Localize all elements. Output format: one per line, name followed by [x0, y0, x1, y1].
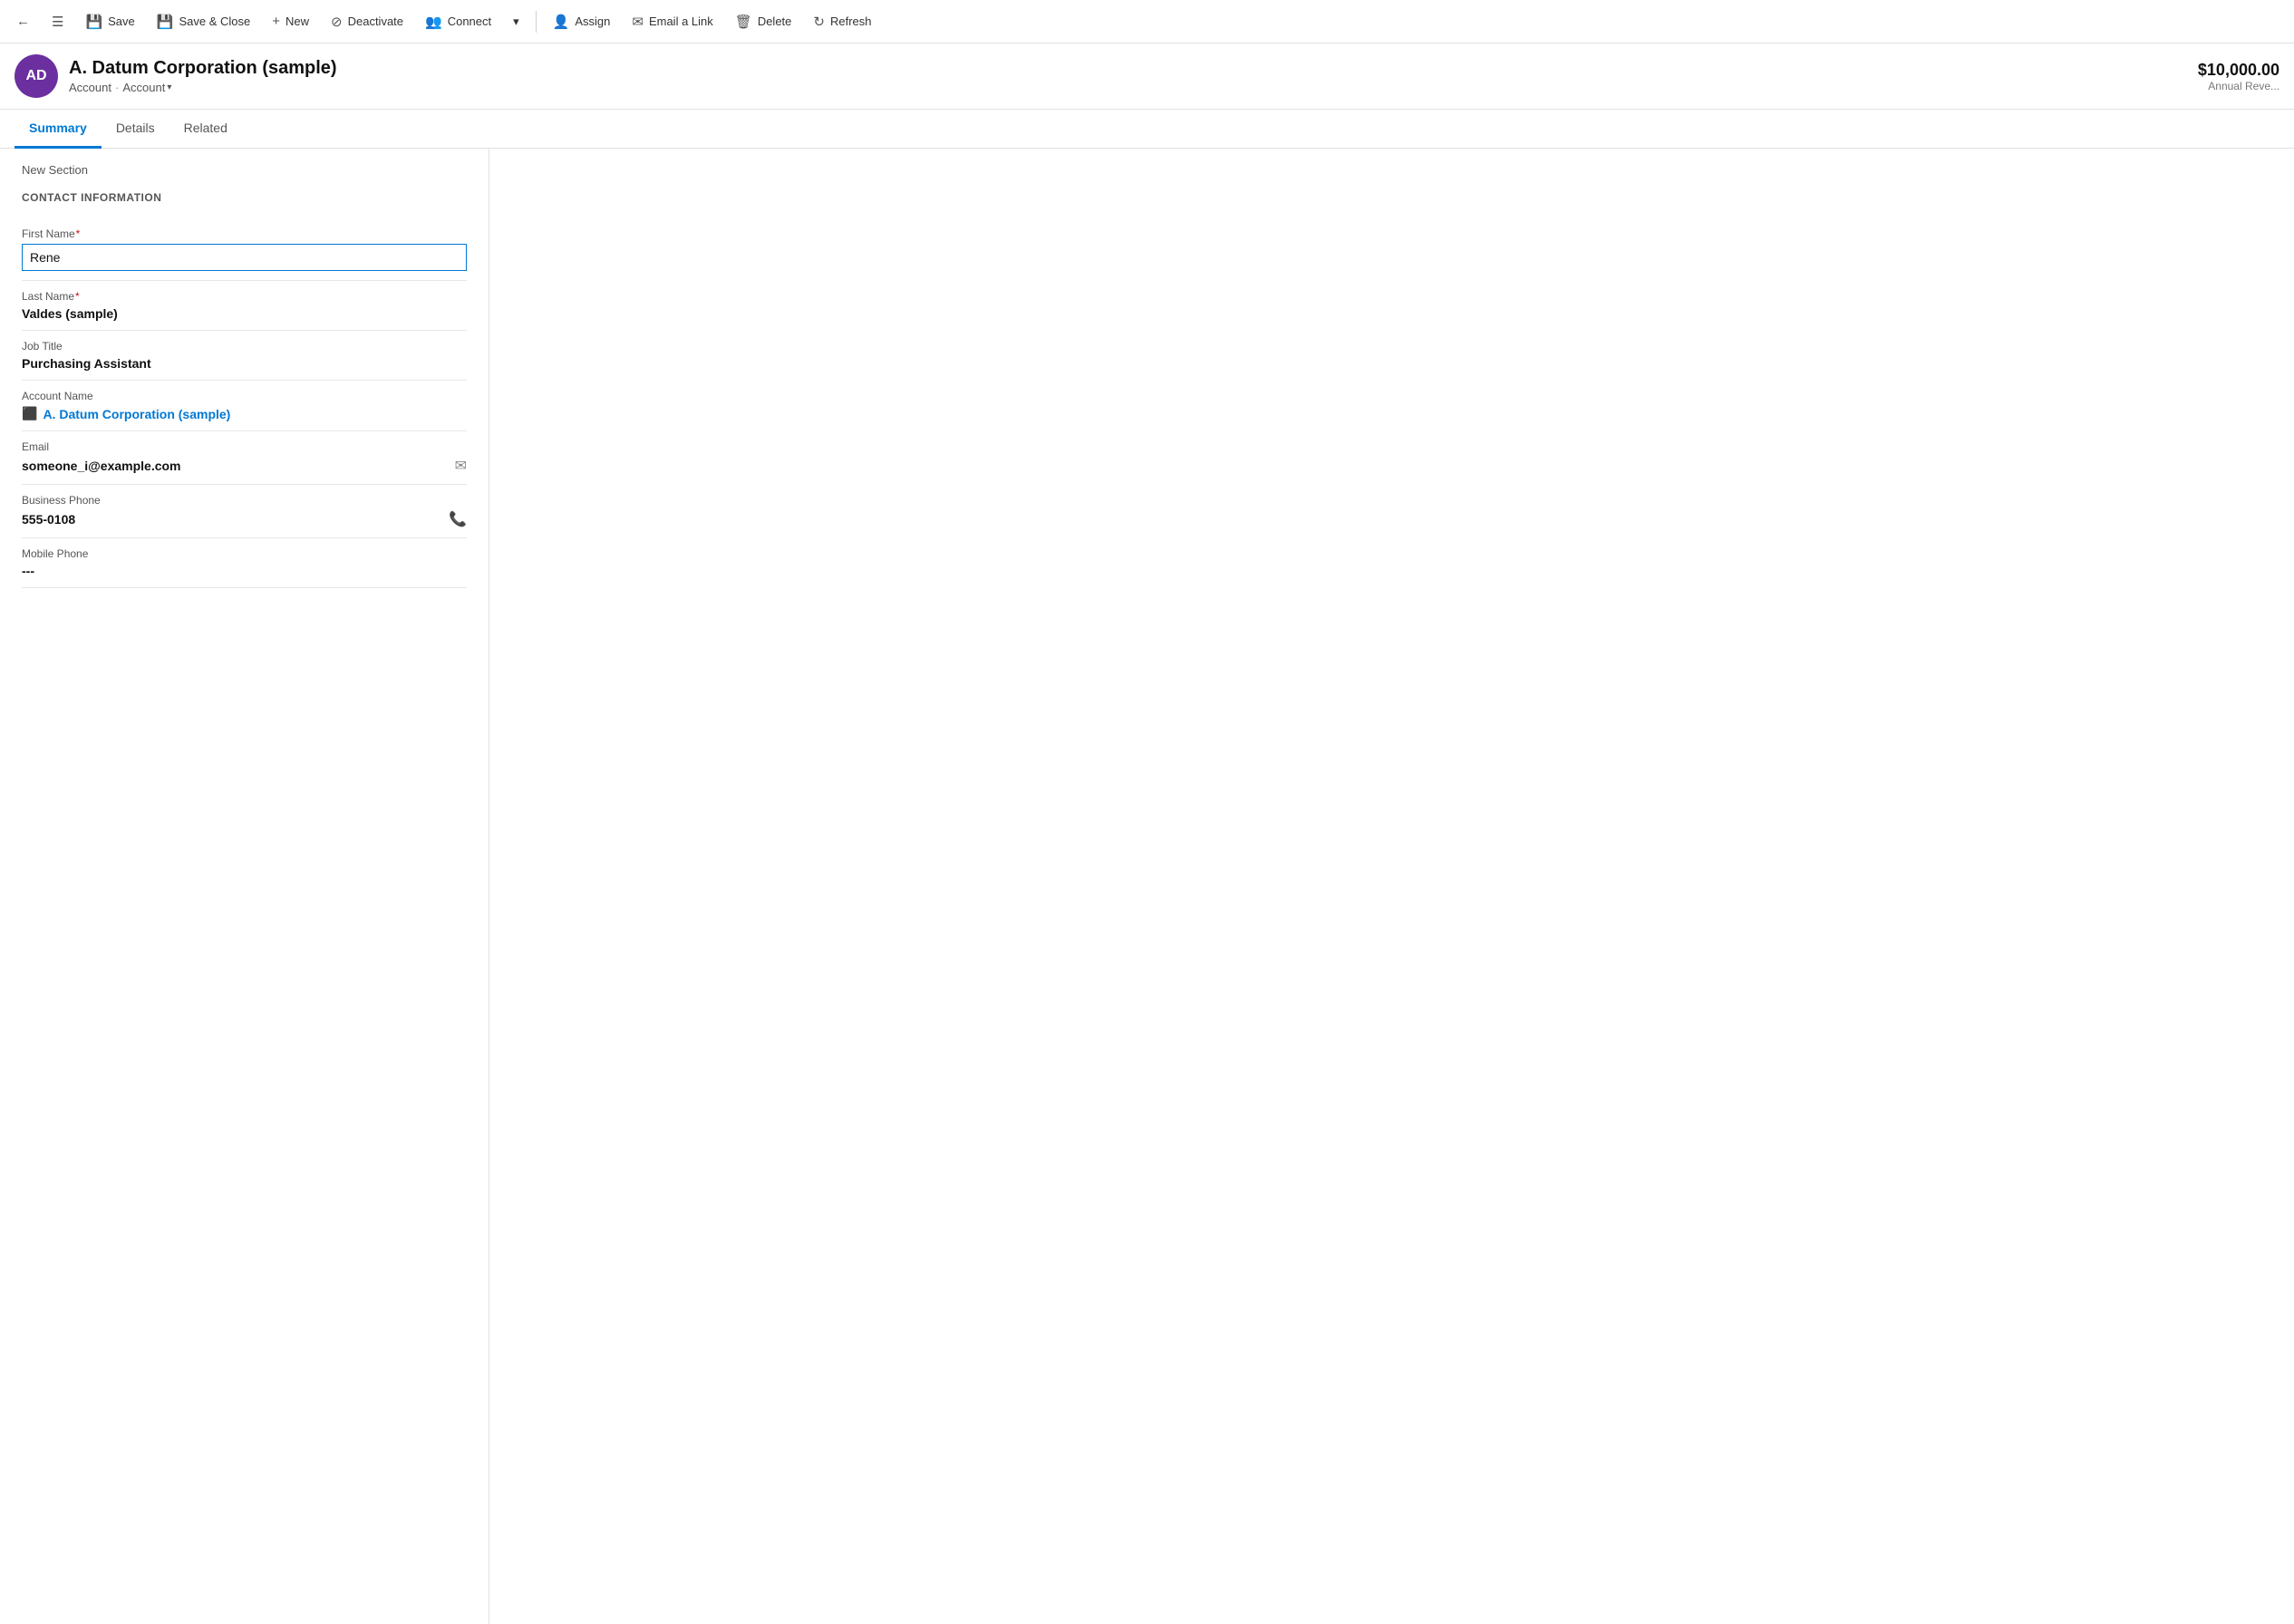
- account-entity-icon: ⬛: [22, 406, 37, 421]
- refresh-icon: ↻: [813, 14, 825, 30]
- business-phone-label: Business Phone: [22, 494, 467, 507]
- save-icon: 💾: [85, 14, 102, 30]
- account-name-label: Account Name: [22, 390, 467, 402]
- content-area: New Section CONTACT INFORMATION First Na…: [0, 149, 2294, 1624]
- job-title-value: Purchasing Assistant: [22, 356, 467, 371]
- tab-summary[interactable]: Summary: [15, 110, 102, 149]
- business-phone-row: 555-0108 📞: [22, 510, 467, 528]
- email-value: someone_i@example.com: [22, 459, 181, 473]
- contact-info-title: CONTACT INFORMATION: [22, 191, 467, 204]
- sidebar-icon: ☰: [52, 14, 63, 30]
- email-label: Email: [22, 440, 467, 453]
- toolbar: ← ☰ 💾 Save 💾 Save & Close + New ⊘ Deacti…: [0, 0, 2294, 44]
- save-close-icon: 💾: [157, 14, 174, 30]
- field-mobile-phone: Mobile Phone ---: [22, 538, 467, 588]
- annual-revenue-value: $10,000.00: [2198, 61, 2279, 80]
- field-account-name: Account Name ⬛ A. Datum Corporation (sam…: [22, 381, 467, 431]
- mobile-phone-value: ---: [22, 564, 467, 578]
- field-last-name: Last Name* Valdes (sample): [22, 281, 467, 331]
- save-button[interactable]: 💾 Save: [76, 8, 143, 35]
- email-field-row: someone_i@example.com ✉: [22, 457, 467, 475]
- job-title-label: Job Title: [22, 340, 467, 353]
- refresh-button[interactable]: ↻ Refresh: [804, 8, 880, 35]
- assign-icon: 👤: [553, 14, 570, 30]
- connect-button[interactable]: 👥 Connect: [416, 8, 500, 35]
- email-link-button[interactable]: ✉ Email a Link: [623, 8, 721, 35]
- left-panel: New Section CONTACT INFORMATION First Na…: [0, 149, 489, 1624]
- delete-icon: 🗑: [735, 14, 752, 30]
- entity-link[interactable]: Account ▾: [122, 81, 171, 94]
- toolbar-separator: [536, 11, 537, 33]
- last-name-value: Valdes (sample): [22, 306, 467, 321]
- right-panel: [489, 149, 2294, 1624]
- email-link-icon: ✉: [632, 14, 644, 30]
- avatar: AD: [15, 54, 58, 98]
- assign-button[interactable]: 👤 Assign: [544, 8, 620, 35]
- annual-revenue-label: Annual Reve...: [2198, 80, 2279, 92]
- account-name-value[interactable]: ⬛ A. Datum Corporation (sample): [22, 406, 467, 421]
- deactivate-button[interactable]: ⊘ Deactivate: [322, 8, 412, 35]
- field-job-title: Job Title Purchasing Assistant: [22, 331, 467, 381]
- record-title: A. Datum Corporation (sample): [69, 58, 337, 79]
- delete-button[interactable]: 🗑 Delete: [726, 8, 801, 35]
- record-header-right: $10,000.00 Annual Reve...: [2198, 61, 2279, 92]
- first-name-input[interactable]: [22, 244, 467, 271]
- sidebar-toggle-button[interactable]: ☰: [43, 8, 73, 35]
- record-info: A. Datum Corporation (sample) Account · …: [69, 58, 337, 94]
- connect-icon: 👥: [425, 14, 442, 30]
- record-header-left: AD A. Datum Corporation (sample) Account…: [15, 54, 337, 98]
- field-business-phone: Business Phone 555-0108 📞: [22, 485, 467, 538]
- mobile-phone-label: Mobile Phone: [22, 547, 467, 560]
- deactivate-icon: ⊘: [331, 14, 343, 30]
- email-action-icon[interactable]: ✉: [455, 457, 467, 475]
- business-phone-value: 555-0108: [22, 512, 75, 527]
- tab-details[interactable]: Details: [102, 110, 169, 149]
- tabs: Summary Details Related: [0, 110, 2294, 149]
- field-email: Email someone_i@example.com ✉: [22, 431, 467, 485]
- record-header: AD A. Datum Corporation (sample) Account…: [0, 44, 2294, 110]
- new-section-label: New Section: [22, 163, 467, 177]
- back-button[interactable]: ←: [7, 8, 39, 34]
- new-icon: +: [272, 14, 280, 29]
- save-close-button[interactable]: 💾 Save & Close: [148, 8, 259, 35]
- new-button[interactable]: + New: [263, 8, 318, 34]
- chevron-down-icon: ▾: [167, 82, 171, 92]
- phone-action-icon[interactable]: 📞: [449, 510, 467, 528]
- more-button[interactable]: ▾: [504, 9, 528, 34]
- record-subtitle: Account · Account ▾: [69, 81, 337, 94]
- last-name-label: Last Name*: [22, 290, 467, 303]
- tab-related[interactable]: Related: [169, 110, 242, 149]
- first-name-label: First Name*: [22, 227, 467, 240]
- field-first-name: First Name*: [22, 218, 467, 281]
- back-icon: ←: [16, 14, 30, 29]
